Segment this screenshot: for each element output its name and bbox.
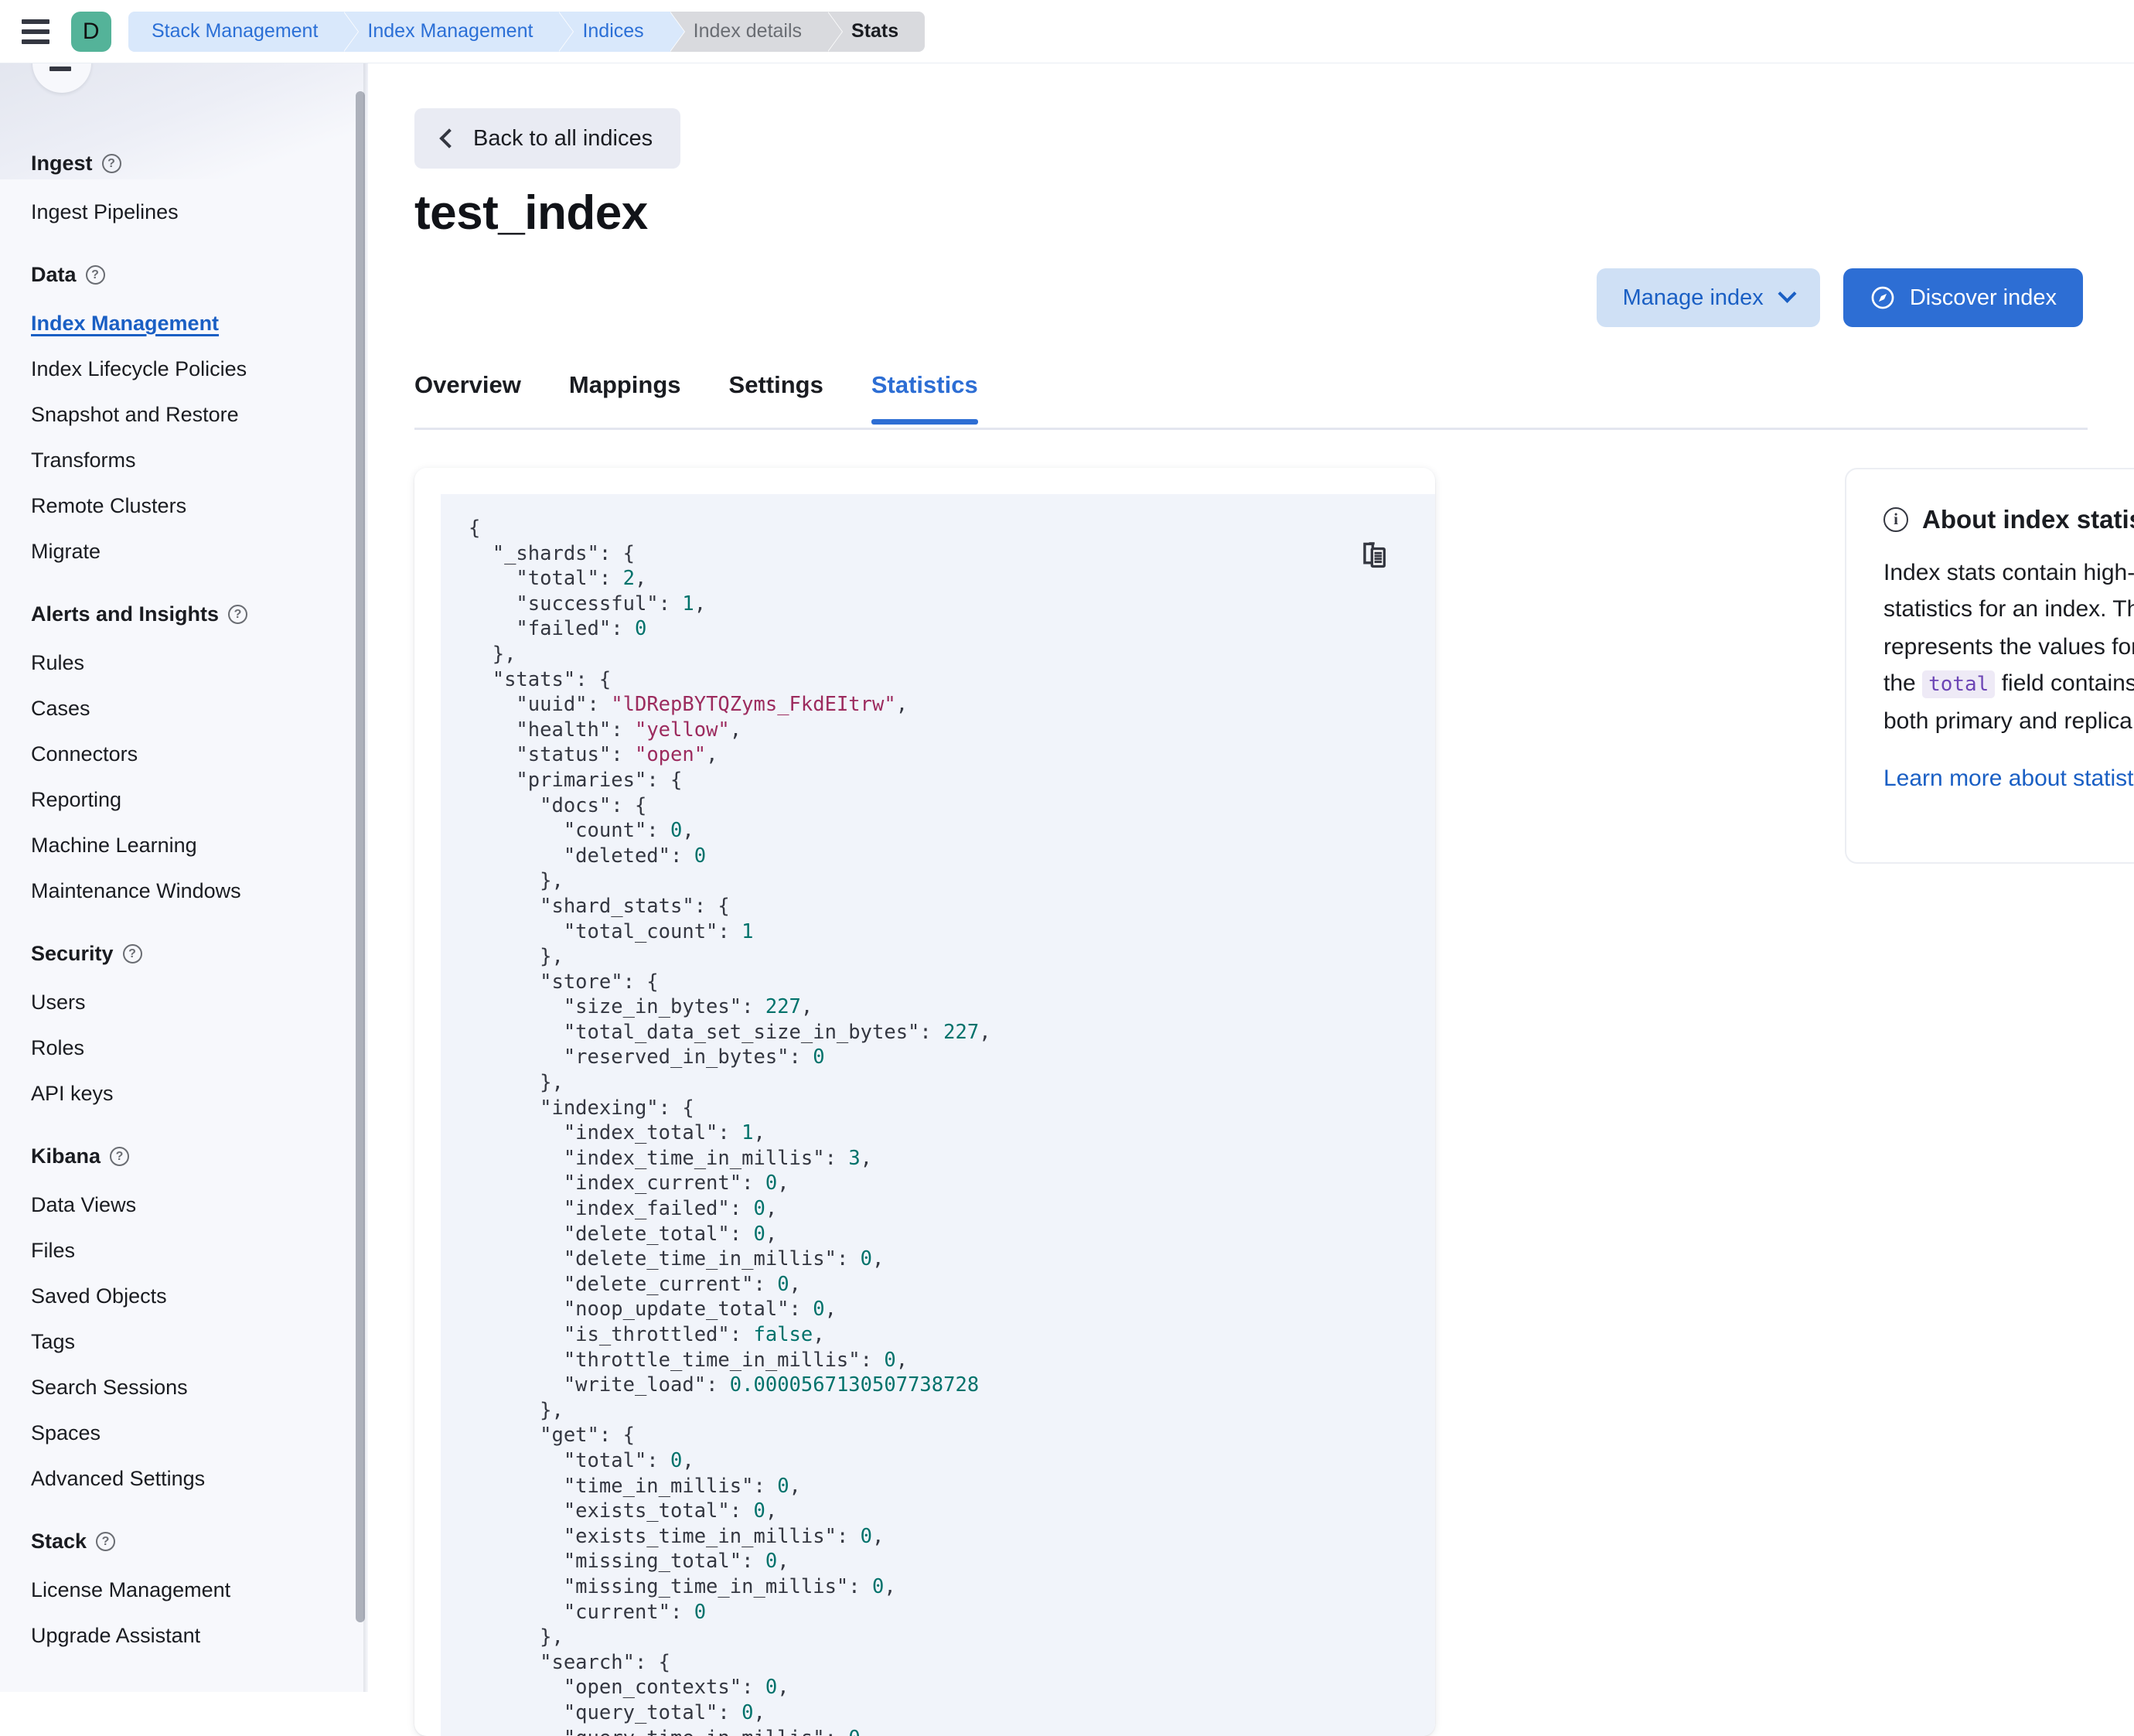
breadcrumb-item-stack-management[interactable]: Stack Management — [128, 11, 360, 52]
breadcrumb: Stack Management Index Management Indices I… — [128, 11, 926, 52]
help-question-icon[interactable]: ? — [101, 154, 121, 173]
sidebar-group-label: Security — [31, 942, 114, 965]
discover-index-label: Discover index — [1909, 285, 2057, 310]
info-icon: i — [1883, 507, 1908, 532]
breadcrumb-item-index-management[interactable]: Index Management — [344, 11, 574, 52]
page-title: test_index — [414, 186, 648, 240]
about-panel-title: About index statistics — [1922, 505, 2134, 534]
sidebar-group-alerts-and-insights: Alerts and Insights? Rules Cases Connectors… — [0, 588, 356, 914]
tab-overview[interactable]: Overview — [414, 365, 521, 422]
back-to-all-indices-button[interactable]: Back to all indices — [414, 108, 681, 169]
sidebar-group-label: Kibana — [31, 1144, 101, 1168]
sidebar-item-search-sessions[interactable]: Search Sessions — [0, 1365, 356, 1410]
about-panel-body: Index stats contain high-level aggregati… — [1883, 554, 2134, 739]
copy-clipboard-icon[interactable] — [1358, 539, 1395, 576]
sidebar-item-upgrade-assistant[interactable]: Upgrade Assistant — [0, 1613, 356, 1659]
sidebar-group-label: Ingest — [31, 152, 93, 175]
sidebar-group-stack: Stack? License Management Upgrade Assistan… — [0, 1516, 356, 1659]
sidebar-item-index-management[interactable]: Index Management — [0, 301, 356, 346]
breadcrumb-item-indices[interactable]: Indices — [559, 11, 685, 52]
chevron-left-icon — [439, 128, 459, 148]
sidebar-group-title: Data? — [0, 249, 356, 301]
help-question-icon[interactable]: ? — [228, 605, 248, 624]
sidebar-item-saved-objects[interactable]: Saved Objects — [0, 1274, 356, 1319]
sidebar-group-title: Ingest? — [0, 138, 356, 189]
manage-index-label: Manage index — [1622, 285, 1764, 310]
sidebar-item-rules[interactable]: Rules — [0, 640, 356, 686]
chevron-down-icon — [1778, 284, 1797, 303]
learn-more-label: Learn more about statistics — [1883, 766, 2134, 791]
help-question-icon[interactable]: ? — [122, 944, 142, 963]
learn-more-link[interactable]: Learn more about statistics — [1883, 766, 2134, 792]
stats-json-text[interactable]: { "_shards": { "total": 2, "successful":… — [441, 516, 1435, 1736]
back-button-label: Back to all indices — [473, 125, 653, 151]
sidebar-item-api-keys[interactable]: API keys — [0, 1071, 356, 1117]
about-index-statistics-panel: i About index statistics Index stats con… — [1845, 468, 2134, 864]
about-text-1: Index stats contain high-level aggregati… — [1883, 560, 2134, 622]
sidebar-group-title: Security? — [0, 928, 356, 980]
sidebar-item-migrate[interactable]: Migrate — [0, 529, 356, 575]
sidebar-group-ingest: Ingest? Ingest Pipelines — [0, 138, 356, 235]
about-text-3: field contains the accumulated values fo… — [1883, 670, 2134, 734]
avatar-letter: D — [82, 18, 101, 44]
sidebar-item-spaces[interactable]: Spaces — [0, 1410, 356, 1456]
sidebar-item-data-views[interactable]: Data Views — [0, 1182, 356, 1228]
stats-json-viewer: { "_shards": { "total": 2, "successful":… — [441, 494, 1435, 1736]
tab-settings[interactable]: Settings — [729, 365, 823, 422]
sidebar-group-kibana: Kibana? Data Views Files Saved Objects Tags S… — [0, 1131, 356, 1502]
avatar[interactable]: D — [71, 11, 111, 52]
sidebar-item-maintenance-windows[interactable]: Maintenance Windows — [0, 868, 356, 914]
compass-icon — [1871, 286, 1894, 309]
sidebar-group-security: Security? Users Roles API keys — [0, 928, 356, 1117]
main-content: Back to all indices test_index Manage in… — [368, 63, 2134, 1736]
index-detail-tabs: Overview Mappings Settings Statistics — [414, 365, 2088, 430]
sidebar-group-label: Stack — [31, 1530, 87, 1553]
sidebar-item-remote-clusters[interactable]: Remote Clusters — [0, 483, 356, 529]
sidebar-item-ingest-pipelines[interactable]: Ingest Pipelines — [0, 189, 356, 235]
sidebar-group-title: Alerts and Insights? — [0, 588, 356, 640]
elastic-logo: ▬ — [147, 63, 170, 67]
sidebar-item-tags[interactable]: Tags — [0, 1319, 356, 1365]
sidebar-nav-list: Ingest? Ingest Pipelines Data? Index Manage… — [0, 138, 356, 1692]
hamburger-icon[interactable] — [22, 19, 53, 45]
sidebar-item-index-lifecycle-policies[interactable]: Index Lifecycle Policies — [0, 346, 356, 392]
help-question-icon[interactable]: ? — [110, 1147, 130, 1166]
sidebar-item-advanced-settings[interactable]: Advanced Settings — [0, 1456, 356, 1502]
sidebar-group-label: Alerts and Insights — [31, 602, 220, 626]
code-chip-total: total — [1922, 670, 1996, 698]
top-breadcrumb-bar: D Stack Management Index Management Indice… — [0, 0, 2134, 63]
sidebar-item-snapshot-and-restore[interactable]: Snapshot and Restore — [0, 392, 356, 438]
sidebar-item-transforms[interactable]: Transforms — [0, 438, 356, 483]
sidebar-item-users[interactable]: Users — [0, 980, 356, 1025]
sidebar-item-license-management[interactable]: License Management — [0, 1567, 356, 1613]
sidebar-item-cases[interactable]: Cases — [0, 686, 356, 732]
breadcrumb-item-index-details: Index details — [670, 11, 844, 52]
sidebar-group-label: Data — [31, 263, 77, 286]
sidebar-item-roles[interactable]: Roles — [0, 1025, 356, 1071]
sidebar-group-title: Kibana? — [0, 1131, 356, 1182]
sidebar-item-machine-learning[interactable]: Machine Learning — [0, 823, 356, 868]
help-question-icon[interactable]: ? — [85, 265, 105, 285]
stats-json-card: { "_shards": { "total": 2, "successful":… — [414, 468, 1435, 1736]
sidebar-item-connectors[interactable]: Connectors — [0, 732, 356, 777]
sidebar-group-data: Data? Index Management Index Lifecycle Pol… — [0, 249, 356, 575]
discover-index-button[interactable]: Discover index — [1843, 268, 2083, 327]
sidebar-item-reporting[interactable]: Reporting — [0, 777, 356, 823]
sidebar-group-title: Stack? — [0, 1516, 356, 1567]
header-actions: Manage index Discover index — [1596, 268, 2083, 327]
tab-mappings[interactable]: Mappings — [569, 365, 681, 422]
sidebar-item-files[interactable]: Files — [0, 1228, 356, 1274]
tab-statistics[interactable]: Statistics — [871, 365, 978, 425]
manage-index-button[interactable]: Manage index — [1596, 268, 1820, 327]
sidebar-nav: ▬ Ingest?Ingest PipelinesData?Index Mana… — [0, 63, 368, 1692]
about-panel-header: i About index statistics — [1883, 505, 2134, 534]
help-question-icon[interactable]: ? — [96, 1532, 116, 1551]
